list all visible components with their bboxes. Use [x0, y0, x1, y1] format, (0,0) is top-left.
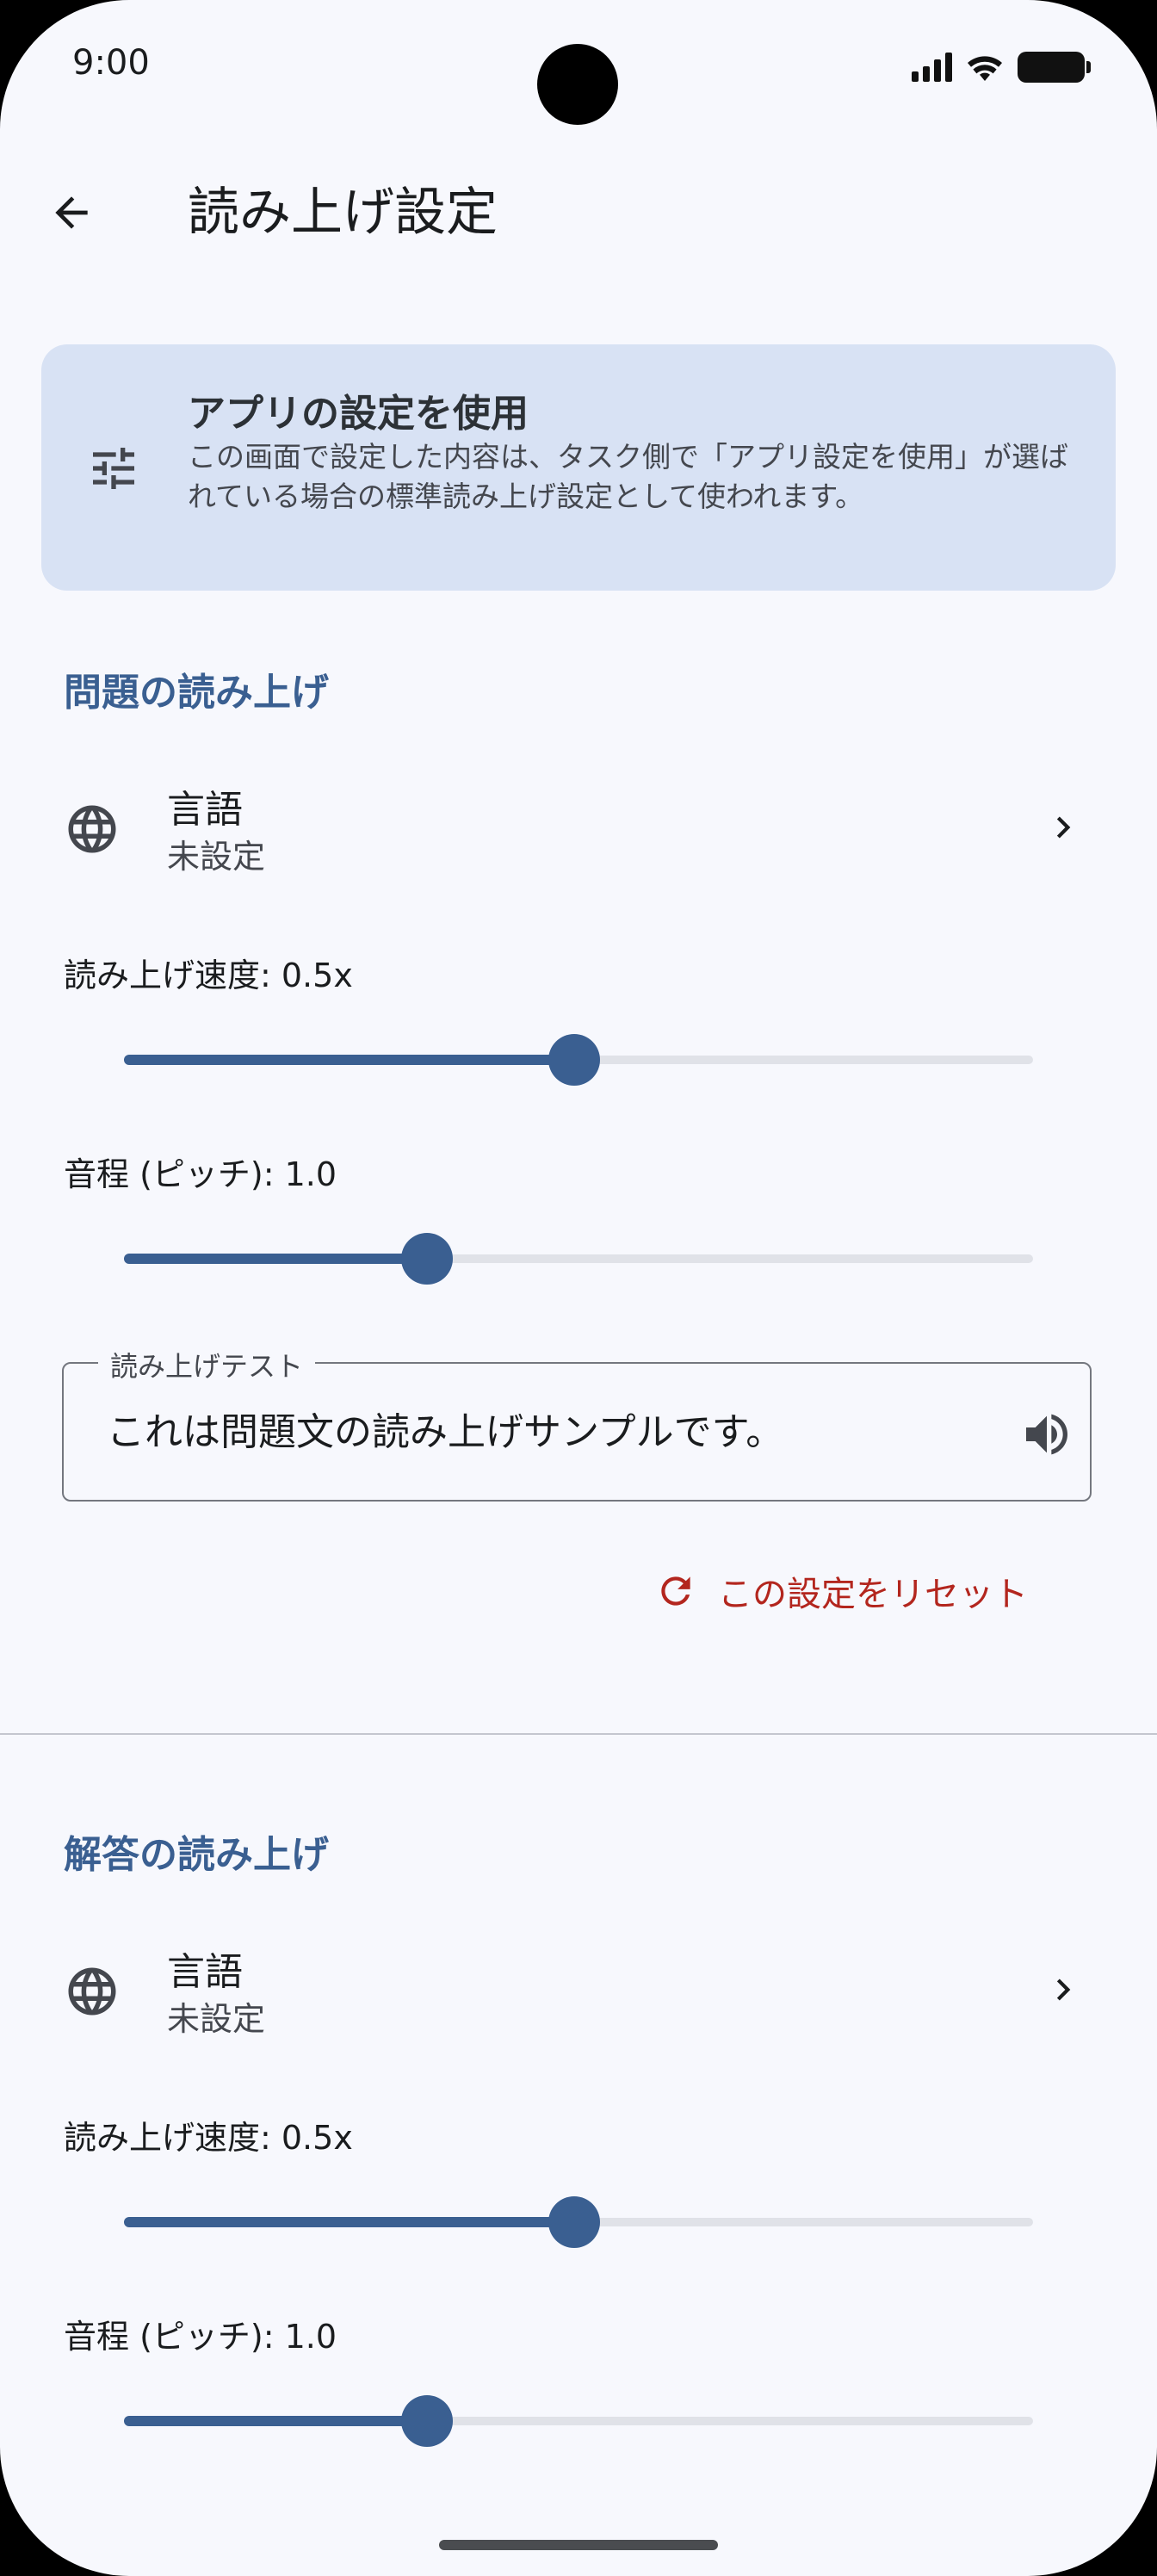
info-card-description: この画面で設定した内容は、タスク側で「アプリ設定を使用」が選ばれている場合の標準…	[188, 440, 1068, 513]
info-card-title: アプリの設定を使用	[188, 392, 529, 436]
speed-label: 読み上げ速度: 0.5x	[64, 957, 353, 994]
reset-settings-button[interactable]: この設定をリセット	[654, 1557, 1028, 1625]
globe-icon	[68, 1967, 116, 2016]
language-title: 言語	[167, 788, 243, 832]
pitch-slider[interactable]	[124, 2393, 1033, 2447]
reset-label: この設定をリセット	[718, 1575, 1028, 1614]
cell-signal-icon	[912, 53, 952, 82]
section-header-question: 問題の読み上げ	[64, 671, 329, 715]
slider-thumb[interactable]	[400, 2395, 453, 2447]
slider-active-track	[124, 2416, 427, 2426]
app-settings-info-card: アプリの設定を使用 この画面で設定した内容は、タスク側で「アプリ設定を使用」が選…	[41, 344, 1116, 591]
slider-active-track	[124, 1254, 427, 1264]
chevron-right-icon	[1056, 816, 1071, 839]
section-header-answer: 解答の読み上げ	[64, 1833, 329, 1877]
pitch-label: 音程 (ピッチ): 1.0	[64, 2318, 337, 2356]
pitch-slider[interactable]	[124, 1231, 1033, 1285]
speed-label: 読み上げ速度: 0.5x	[64, 2119, 353, 2157]
pitch-label: 音程 (ピッチ): 1.0	[64, 1155, 337, 1193]
tts-test-legend: 読み上げテスト	[98, 1345, 316, 1384]
status-icons	[912, 50, 1091, 84]
chevron-right-icon	[1056, 1978, 1071, 2001]
tune-icon	[93, 448, 134, 489]
language-value: 未設定	[167, 2000, 266, 2038]
question-language-row[interactable]: 言語 未設定	[0, 773, 1157, 885]
refresh-icon	[661, 1576, 690, 1606]
speaker-icon[interactable]	[1019, 1407, 1074, 1462]
globe-icon	[68, 805, 116, 853]
gesture-nav-bar[interactable]	[439, 2540, 718, 2550]
phone-screen: 9:00 読み上げ設定 アプリの設定を使用 この画面で設定した内容は、タスク側で…	[0, 0, 1157, 2576]
slider-active-track	[124, 1055, 574, 1065]
camera-cutout	[537, 44, 618, 125]
slider-thumb[interactable]	[400, 1233, 453, 1285]
slider-thumb[interactable]	[548, 2196, 600, 2248]
slider-active-track	[124, 2217, 574, 2227]
language-title: 言語	[167, 1950, 243, 1994]
language-value: 未設定	[167, 838, 266, 876]
status-time: 9:00	[72, 43, 150, 83]
back-button[interactable]	[40, 181, 103, 245]
app-bar: 読み上げ設定	[0, 155, 1157, 267]
tts-test-input[interactable]	[107, 1398, 968, 1458]
page-title: 読み上げ設定	[188, 183, 498, 243]
answer-language-row[interactable]: 言語 未設定	[0, 1935, 1157, 2047]
section-divider	[0, 1733, 1157, 1735]
battery-icon	[1018, 52, 1091, 83]
tts-test-field: 読み上げテスト	[62, 1345, 1092, 1502]
arrow-back-icon	[55, 196, 88, 229]
speed-slider[interactable]	[124, 1032, 1033, 1086]
speed-slider[interactable]	[124, 2195, 1033, 2248]
slider-thumb[interactable]	[548, 1034, 600, 1086]
wifi-icon	[968, 56, 1002, 81]
